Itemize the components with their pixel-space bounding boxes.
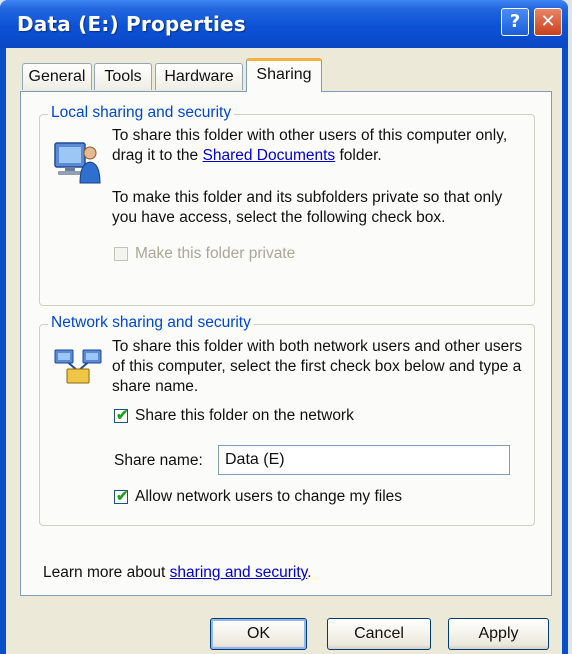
share-name-label: Share name: [114, 452, 203, 469]
checkmark-icon: ✔ [116, 407, 129, 424]
local-sharing-group: Local sharing and security To share this… [39, 104, 535, 306]
network-sharing-group: Network sharing and security To share th… [39, 314, 535, 526]
network-share-icon [52, 347, 104, 392]
tab-general[interactable]: General [22, 63, 92, 90]
allow-change-checkbox[interactable]: ✔ [114, 488, 129, 505]
network-sharing-legend: Network sharing and security [48, 314, 254, 332]
checkmark-icon: ✔ [116, 488, 129, 505]
window-title: Data (E:) Properties [17, 12, 246, 36]
shared-documents-link[interactable]: Shared Documents [202, 147, 335, 164]
close-button[interactable]: ✕ [534, 8, 562, 36]
sharing-security-link[interactable]: sharing and security [170, 564, 308, 581]
learn-more-text: Learn more about sharing and security. [43, 563, 312, 583]
share-name-input[interactable]: Data (E) [218, 445, 510, 475]
learn-more-period: . [307, 564, 312, 581]
tab-tools[interactable]: Tools [94, 63, 152, 90]
computer-user-icon [52, 139, 102, 190]
allow-change-label: Allow network users to change my files [135, 488, 403, 505]
dialog-client-area: General Tools Hardware Sharing Local sha… [6, 48, 562, 654]
title-bar[interactable]: Data (E:) Properties ? ✕ [0, 0, 568, 48]
tab-sharing[interactable]: Sharing [246, 58, 322, 92]
apply-button[interactable]: Apply [448, 618, 549, 650]
local-sharing-legend: Local sharing and security [48, 104, 235, 122]
cancel-button[interactable]: Cancel [327, 618, 431, 650]
share-folder-checkbox[interactable]: ✔ [114, 407, 129, 424]
tab-hardware[interactable]: Hardware [155, 63, 243, 90]
make-private-checkbox[interactable] [114, 247, 128, 261]
help-button[interactable]: ? [501, 8, 529, 36]
ok-button[interactable]: OK [210, 618, 307, 650]
share-folder-label: Share this folder on the network [135, 407, 354, 424]
local-sharing-text: To share this folder with other users of… [112, 126, 522, 166]
network-sharing-text: To share this folder with both network u… [112, 338, 523, 395]
local-text-end: folder. [335, 147, 382, 164]
make-private-label: Make this folder private [135, 245, 296, 262]
private-instructions-text: To make this folder and its subfolders p… [112, 189, 503, 226]
learn-more-prefix: Learn more about [43, 564, 170, 581]
properties-window: Data (E:) Properties ? ✕ General Tools H… [0, 0, 568, 654]
sharing-tab-panel: Local sharing and security To share this… [20, 91, 552, 596]
